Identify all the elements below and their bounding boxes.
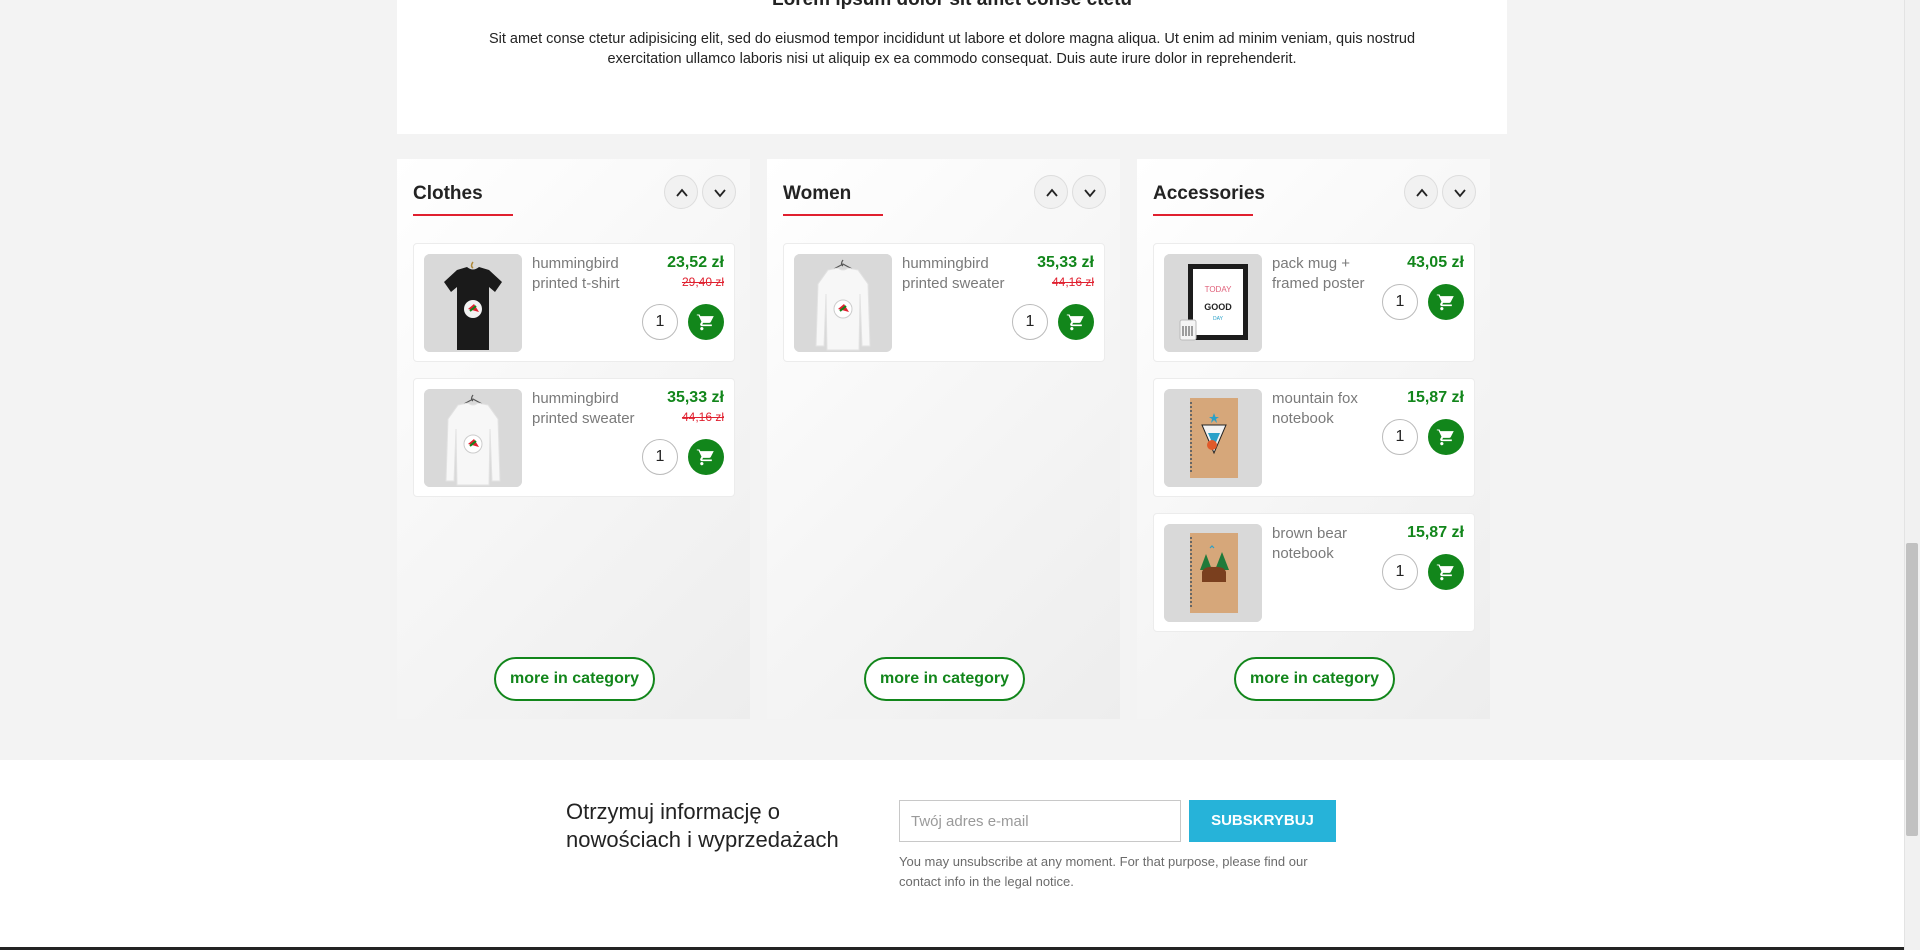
category-column-women: Women hummingbird printed sweater 35,33 …: [767, 159, 1120, 719]
cart-icon: [696, 448, 714, 466]
poster-image: TODAY GOOD DAY: [1164, 254, 1262, 352]
category-title: Women: [783, 183, 852, 204]
cart-icon: [1066, 313, 1084, 331]
product-name[interactable]: hummingbird printed sweater: [902, 254, 1014, 294]
svg-text:DAY: DAY: [1213, 316, 1224, 322]
tshirt-image: [424, 254, 522, 352]
add-to-cart-button[interactable]: [688, 439, 724, 475]
quantity-input[interactable]: 1: [1382, 419, 1418, 455]
scroll-up-button[interactable]: [664, 175, 698, 209]
category-column-accessories: Accessories TODAY GOOD DAY pack mug + fr…: [1137, 159, 1490, 719]
product-image-white-sweater[interactable]: [794, 254, 892, 352]
quantity-input[interactable]: 1: [1382, 284, 1418, 320]
product-image-white-sweater[interactable]: [424, 389, 522, 487]
add-to-cart-button[interactable]: [1428, 419, 1464, 455]
chevron-up-icon: [676, 188, 688, 197]
intro-section: Lorem ipsum dolor sit amet conse ctetu S…: [397, 0, 1507, 134]
add-to-cart-button[interactable]: [1428, 284, 1464, 320]
product-price: 23,52 zł: [667, 254, 724, 271]
cart-icon: [1436, 428, 1454, 446]
fox-notebook-image: [1164, 389, 1262, 487]
product-price: 35,33 zł: [667, 389, 724, 406]
product-name[interactable]: mountain fox notebook: [1272, 389, 1384, 429]
svg-text:TODAY: TODAY: [1205, 285, 1232, 294]
product-price: 15,87 zł: [1407, 389, 1464, 406]
scroll-down-button[interactable]: [1072, 175, 1106, 209]
product-old-price: 29,40 zł: [681, 275, 724, 289]
quantity-input[interactable]: 1: [642, 304, 678, 340]
product-old-price: 44,16 zł: [1051, 275, 1094, 289]
email-input[interactable]: [899, 800, 1181, 842]
quantity-input[interactable]: 1: [1382, 554, 1418, 590]
title-underline: [1153, 214, 1253, 216]
product-price: 15,87 zł: [1407, 524, 1464, 541]
product-price: 43,05 zł: [1407, 254, 1464, 271]
chevron-down-icon: [714, 189, 726, 198]
bear-notebook-image: [1164, 524, 1262, 622]
category-title: Clothes: [413, 183, 483, 204]
newsletter-note: You may unsubscribe at any moment. For t…: [899, 854, 1308, 889]
chevron-up-icon: [1416, 188, 1428, 197]
product-name[interactable]: hummingbird printed sweater: [532, 389, 644, 429]
page-scrollbar[interactable]: [1904, 0, 1920, 950]
product-price: 35,33 zł: [1037, 254, 1094, 271]
newsletter-section: Otrzymuj informację o nowościach i wyprz…: [0, 760, 1904, 950]
scrollbar-thumb[interactable]: [1906, 543, 1918, 836]
title-underline: [413, 214, 513, 216]
intro-heading: Lorem ipsum dolor sit amet conse ctetu: [397, 0, 1507, 11]
product-card: TODAY GOOD DAY pack mug + framed poster …: [1153, 243, 1475, 362]
scroll-down-button[interactable]: [702, 175, 736, 209]
more-in-category-button[interactable]: more in category: [864, 657, 1025, 701]
newsletter-title: Otrzymuj informację o nowościach i wyprz…: [566, 799, 839, 852]
product-name[interactable]: pack mug + framed poster: [1272, 254, 1384, 294]
add-to-cart-button[interactable]: [688, 304, 724, 340]
scroll-up-button[interactable]: [1034, 175, 1068, 209]
add-to-cart-button[interactable]: [1428, 554, 1464, 590]
product-image-framed-poster[interactable]: TODAY GOOD DAY: [1164, 254, 1262, 352]
product-old-price: 44,16 zł: [681, 410, 724, 424]
scroll-down-button[interactable]: [1442, 175, 1476, 209]
product-card: hummingbird printed t-shirt 23,52 zł 29,…: [413, 243, 735, 362]
add-to-cart-button[interactable]: [1058, 304, 1094, 340]
cart-icon: [1436, 293, 1454, 311]
category-title: Accessories: [1153, 183, 1265, 204]
sweater-image: [424, 389, 522, 487]
product-card: hummingbird printed sweater 35,33 zł 44,…: [413, 378, 735, 497]
sweater-image: [794, 254, 892, 352]
more-in-category-button[interactable]: more in category: [494, 657, 655, 701]
cart-icon: [696, 313, 714, 331]
chevron-down-icon: [1084, 189, 1096, 198]
intro-text: Sit amet conse ctetur adipisicing elit, …: [488, 31, 1416, 67]
product-card: mountain fox notebook 15,87 zł 1: [1153, 378, 1475, 497]
cart-icon: [1436, 563, 1454, 581]
product-image-black-tshirt[interactable]: [424, 254, 522, 352]
category-column-clothes: Clothes hummingbird printed t-shirt 23,5…: [397, 159, 750, 719]
svg-text:GOOD: GOOD: [1204, 302, 1232, 312]
product-name[interactable]: brown bear notebook: [1272, 524, 1384, 564]
chevron-down-icon: [1454, 189, 1466, 198]
product-name[interactable]: hummingbird printed t-shirt: [532, 254, 644, 294]
product-card: hummingbird printed sweater 35,33 zł 44,…: [783, 243, 1105, 362]
product-image-fox-notebook[interactable]: [1164, 389, 1262, 487]
quantity-input[interactable]: 1: [642, 439, 678, 475]
chevron-up-icon: [1046, 188, 1058, 197]
product-card: brown bear notebook 15,87 zł 1: [1153, 513, 1475, 632]
product-image-bear-notebook[interactable]: [1164, 524, 1262, 622]
quantity-input[interactable]: 1: [1012, 304, 1048, 340]
scroll-up-button[interactable]: [1404, 175, 1438, 209]
subscribe-button[interactable]: SUBSKRYBUJ: [1189, 800, 1336, 842]
title-underline: [783, 214, 883, 216]
more-in-category-button[interactable]: more in category: [1234, 657, 1395, 701]
